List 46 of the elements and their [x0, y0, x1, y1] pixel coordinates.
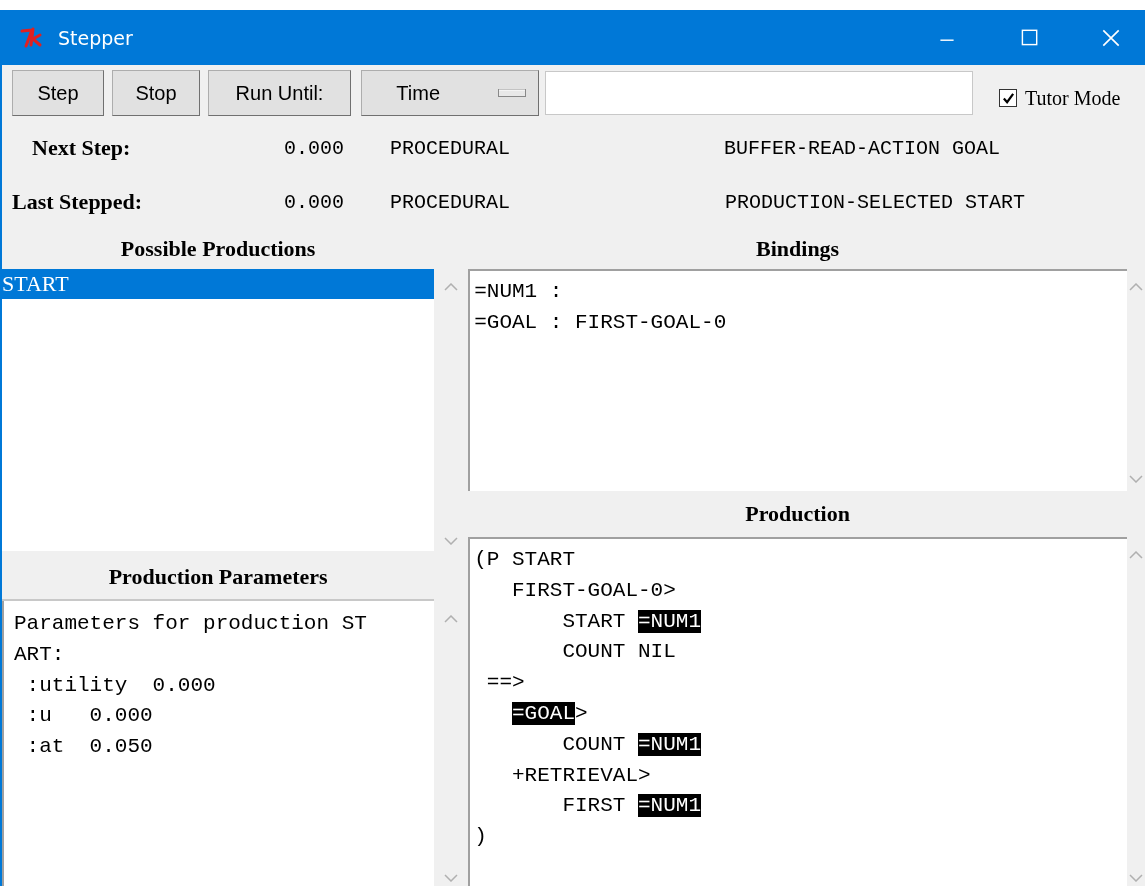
status-label: Last Stepped: — [11, 189, 144, 215]
parameter-line: :u 0.000 — [25, 703, 154, 730]
tutor-mode-label: Tutor Mode — [1025, 86, 1121, 110]
scroll-down-icon[interactable] — [444, 874, 459, 882]
scroll-down-icon[interactable] — [444, 537, 459, 545]
production-line: =GOAL> — [511, 700, 589, 727]
scroll-down-icon[interactable] — [1129, 475, 1143, 483]
scroll-up-icon[interactable] — [444, 615, 459, 623]
status-label: Next Step: — [31, 135, 132, 161]
run-until-input[interactable] — [545, 71, 973, 115]
scroll-up-icon[interactable] — [1129, 283, 1143, 291]
panel-heading: Bindings — [755, 235, 841, 263]
production-line: COUNT =NUM1 — [561, 731, 703, 758]
production-line: COUNT NIL — [561, 639, 677, 666]
production-line: ==> — [485, 670, 526, 697]
parameter-line: :utility 0.000 — [25, 672, 217, 699]
status-time: 0.000 — [283, 136, 345, 160]
status-module: PROCEDURAL — [390, 136, 512, 160]
window-title: Stepper — [58, 26, 133, 49]
production-line: START =NUM1 — [561, 608, 703, 635]
status-event: PRODUCTION-SELECTED START — [725, 190, 1026, 214]
status-event: BUFFER-READ-ACTION GOAL — [724, 136, 1001, 160]
production-line: FIRST-GOAL-0> — [511, 577, 677, 604]
panel-heading: Possible Productions — [119, 235, 317, 263]
toolbar-button[interactable]: Stop — [112, 70, 200, 116]
production-line: ) — [474, 824, 488, 851]
menu-indicator-icon — [498, 89, 526, 97]
parameter-line: Parameters for production ST — [14, 611, 368, 637]
production-line: +RETRIEVAL> — [511, 762, 652, 789]
production-line: FIRST =NUM1 — [561, 793, 703, 820]
panel-heading: Production — [744, 500, 851, 528]
parameter-line: ART: — [14, 641, 66, 668]
scroll-up-icon[interactable] — [444, 283, 459, 291]
tutor-mode-checkbox[interactable] — [999, 89, 1017, 107]
production-list-item[interactable]: START — [2, 269, 435, 299]
scroll-down-icon[interactable] — [1129, 874, 1143, 882]
binding-line: =GOAL : FIRST-GOAL-0 — [474, 309, 728, 336]
production-line: (P START — [474, 547, 576, 573]
status-module: PROCEDURAL — [390, 190, 512, 214]
toolbar-button[interactable]: Run Until: — [208, 70, 351, 116]
toolbar-button[interactable]: Step — [12, 70, 104, 116]
status-time: 0.000 — [283, 190, 345, 214]
run-until-dropdown[interactable]: Time — [361, 70, 539, 116]
scroll-up-icon[interactable] — [1129, 551, 1143, 559]
parameter-line: :at 0.050 — [25, 734, 154, 761]
binding-line: =NUM1 : — [474, 279, 564, 305]
